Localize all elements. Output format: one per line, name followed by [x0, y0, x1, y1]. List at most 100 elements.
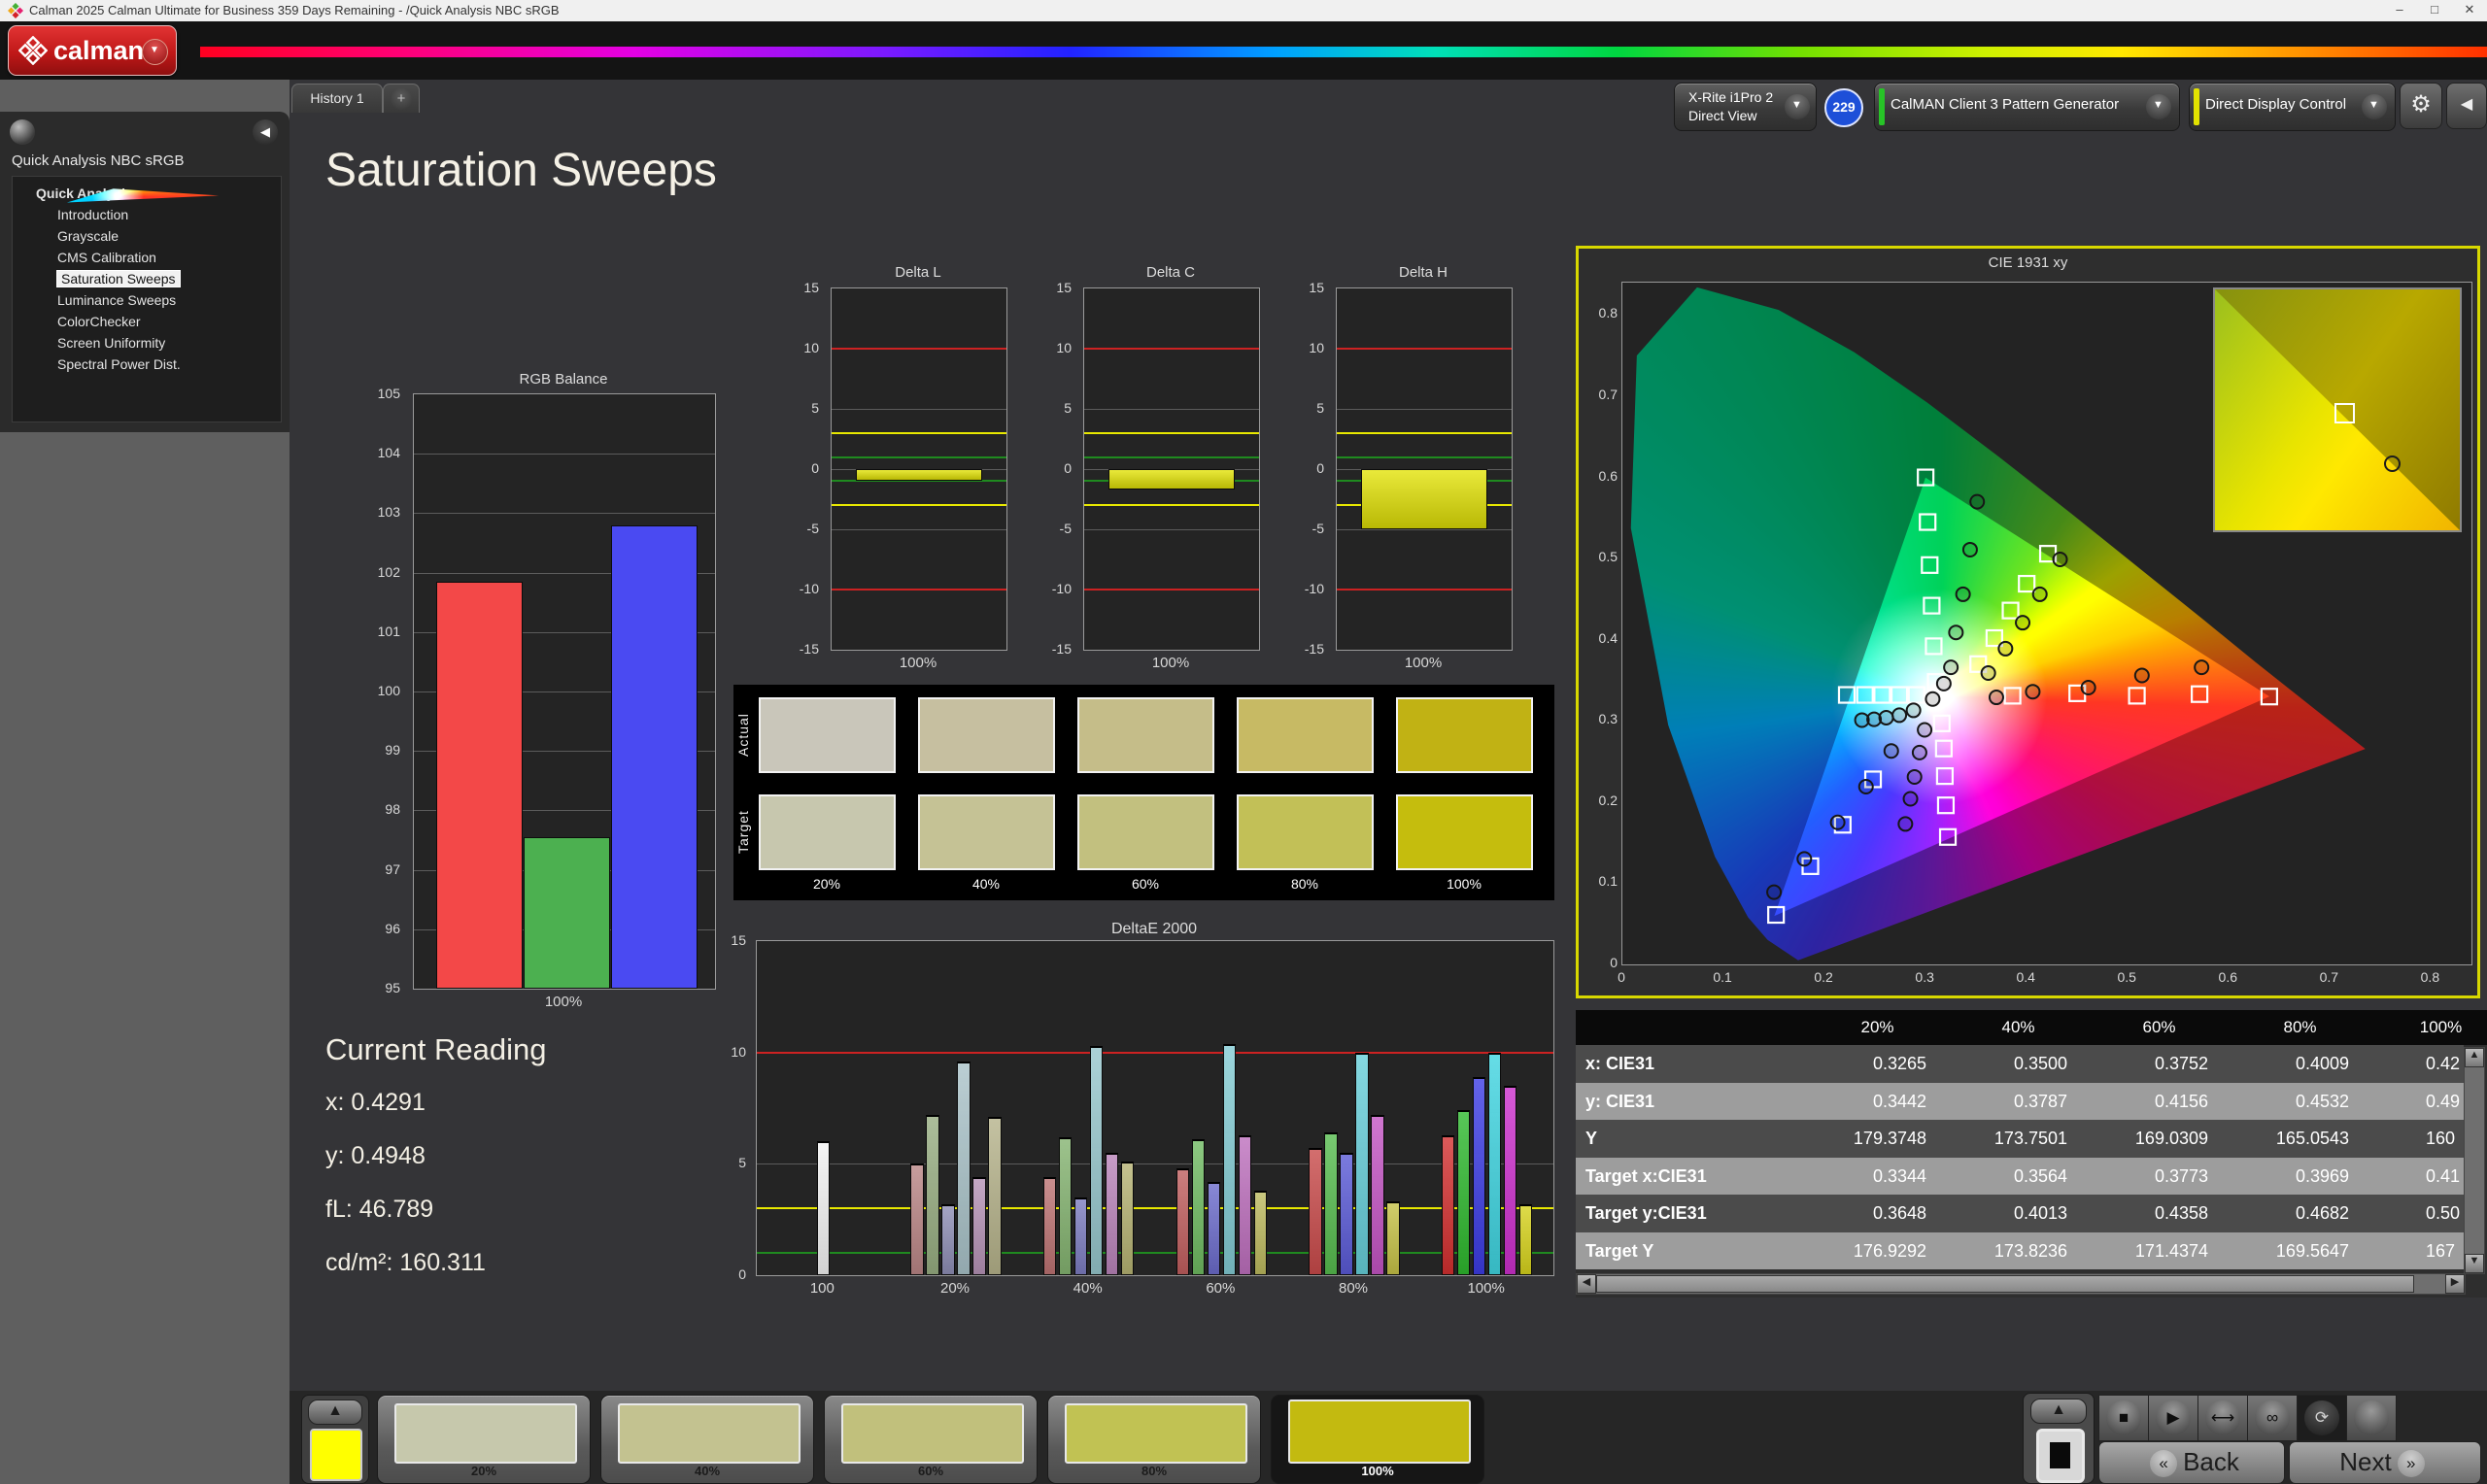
vertical-scrollbar[interactable]: ▲ ▼ — [2464, 1047, 2485, 1274]
table-row-label: y: CIE31 — [1585, 1091, 1655, 1111]
deltae-bar — [1457, 1110, 1471, 1275]
y-tick-label: 101 — [377, 623, 400, 639]
y-tick-label: 0 — [811, 460, 819, 476]
current-reading-title: Current Reading — [325, 1032, 547, 1066]
display-control-dropdown[interactable]: Direct Display Control ▼ — [2189, 83, 2396, 131]
swatch-column-label: 100% — [1447, 876, 1482, 892]
stop-button[interactable]: ■ — [2098, 1395, 2149, 1441]
cie-y-tick: 0.7 — [1598, 387, 1618, 402]
window-minimize-button[interactable]: – — [2382, 0, 2417, 21]
step-icon: ⟷ — [2205, 1400, 2240, 1435]
sidebar-item-screen-uniformity[interactable]: Screen Uniformity — [13, 332, 281, 354]
sidebar-item-spectral-power-dist-[interactable]: Spectral Power Dist. — [13, 354, 281, 375]
y-tick-label: 100 — [377, 683, 400, 698]
calman-menu-button[interactable]: calman ▼ — [8, 25, 177, 76]
table-row-label: Target x:CIE31 — [1585, 1165, 1707, 1186]
workflow-tree: ◢ Quick Analysis Introduction Grayscale CMS … — [12, 176, 282, 422]
y-tick-label: -10 — [799, 581, 819, 596]
sidebar-item-introduction[interactable]: Introduction — [13, 204, 281, 225]
preview-expand-button[interactable]: ▲ — [2030, 1399, 2087, 1424]
deltae-bar — [1371, 1114, 1384, 1275]
gridline — [1084, 409, 1259, 410]
table-cell: 0.4156 — [2154, 1091, 2208, 1111]
back-button[interactable]: «Back — [2098, 1441, 2285, 1484]
horizontal-scrollbar[interactable]: ◀ ▶ — [1576, 1273, 2466, 1295]
meter-status-badge[interactable]: 229 — [1824, 88, 1863, 127]
window-maximize-button[interactable]: □ — [2417, 0, 2452, 21]
deltae-group-label: 20% — [939, 1280, 971, 1297]
gridline — [1084, 529, 1259, 530]
workflow-sidebar: ◀ Quick Analysis NBC sRGB ◢ Quick Analysi… — [0, 112, 290, 432]
sidebar-collapse-button[interactable]: ◀ — [253, 119, 278, 145]
delta-x-label: 100% — [1404, 655, 1443, 671]
sidebar-item-colorchecker[interactable]: ColorChecker — [13, 311, 281, 332]
calman-dropdown-arrow-icon[interactable]: ▼ — [142, 39, 168, 65]
cie-chromaticity-chart — [1621, 282, 2472, 965]
y-tick-label: 97 — [385, 860, 400, 877]
deltae-bar — [1355, 1052, 1369, 1275]
sidebar-item-cms-calibration[interactable]: CMS Calibration — [13, 247, 281, 268]
cie-target-marker — [1925, 637, 1943, 656]
swatch-target-60% — [1077, 794, 1214, 870]
y-tick-label: 10 — [1309, 340, 1324, 355]
sidebar-item-root[interactable]: ◢ Quick Analysis — [13, 183, 281, 204]
pattern-window-button[interactable] — [2036, 1429, 2085, 1483]
caret-up-icon: ▲ — [327, 1402, 343, 1419]
current-pattern-swatch[interactable] — [310, 1429, 362, 1481]
cie-target-marker — [1837, 686, 1857, 704]
swatch-target-80% — [1237, 794, 1374, 870]
tab-history-1[interactable]: History 1 — [291, 84, 383, 113]
loop-button[interactable]: ∞ — [2247, 1395, 2298, 1441]
sphere-icon[interactable] — [10, 119, 35, 145]
cie-1931-panel[interactable]: CIE 1931 xy 0 0.1 0.2 0.3 0.4 0.5 0.6 0.7 0.8 0 0… — [1576, 246, 2480, 998]
pattern-button-20%[interactable]: 20% — [377, 1395, 591, 1484]
pattern-generator-dropdown[interactable]: CalMAN Client 3 Pattern Generator ▼ — [1874, 83, 2180, 131]
table-cell: 0.3265 — [1872, 1054, 1926, 1073]
delta-chart-title: Delta C — [1145, 264, 1196, 281]
cie-x-tick: 0.2 — [1814, 969, 1833, 985]
cie-measured-marker — [1905, 702, 1922, 719]
loop-icon: ∞ — [2255, 1400, 2290, 1435]
pattern-button-40%[interactable]: 40% — [600, 1395, 814, 1484]
limit-line — [1084, 589, 1259, 590]
table-row: y: CIE31 0.3442 0.3787 0.4156 0.4532 0.49 — [1576, 1082, 2464, 1120]
pattern-button-100%[interactable]: 100% — [1271, 1395, 1484, 1484]
scroll-left-button[interactable]: ◀ — [1577, 1274, 1596, 1294]
sidebar-item-saturation-sweeps[interactable]: Saturation Sweeps — [13, 268, 281, 289]
scroll-right-button[interactable]: ▶ — [2445, 1274, 2465, 1294]
pattern-button-60%[interactable]: 60% — [824, 1395, 1038, 1484]
scroll-down-button[interactable]: ▼ — [2465, 1254, 2484, 1273]
delta-chart-title: Delta H — [1398, 264, 1448, 281]
horizontal-scroll-thumb[interactable] — [1596, 1275, 2414, 1293]
cie-measured-marker — [1961, 541, 1978, 557]
scroll-up-button[interactable]: ▲ — [2465, 1048, 2484, 1067]
pattern-panel-expand-button[interactable]: ▲ — [308, 1400, 362, 1425]
play-button[interactable]: ▶ — [2148, 1395, 2198, 1441]
y-tick-label: 0 — [1316, 460, 1324, 476]
next-button[interactable]: Next» — [2289, 1441, 2481, 1484]
pattern-button-80%[interactable]: 80% — [1047, 1395, 1261, 1484]
tab-add-button[interactable]: + — [383, 84, 420, 113]
deltae-bar — [1043, 1177, 1057, 1275]
table-column-header: 100% — [2419, 1018, 2463, 1036]
cie-measured-marker — [1891, 707, 1908, 724]
sidebar-item-grayscale[interactable]: Grayscale — [13, 225, 281, 247]
double-chevron-right-icon: » — [2397, 1450, 2425, 1478]
y-tick-label: 5 — [1316, 400, 1324, 416]
panel-collapse-button[interactable]: ◀ — [2446, 83, 2487, 129]
blank-button[interactable] — [2346, 1395, 2397, 1441]
settings-button[interactable]: ⚙ — [2400, 83, 2442, 129]
pattern-swatch — [1065, 1403, 1247, 1464]
cie-target-marker — [1856, 686, 1874, 704]
meter-dropdown[interactable]: X-Rite i1Pro 2 Direct View ▼ — [1674, 83, 1817, 131]
deltae-group-label: 40% — [1073, 1280, 1103, 1297]
inset-measured-marker — [2383, 455, 2401, 473]
window-close-button[interactable]: ✕ — [2452, 0, 2487, 21]
step-button[interactable]: ⟷ — [2197, 1395, 2248, 1441]
refresh-button[interactable]: ⟳ — [2297, 1395, 2347, 1441]
table-cell: 0.3969 — [2295, 1165, 2349, 1186]
cie-target-marker — [1921, 556, 1939, 574]
sidebar-item-luminance-sweeps[interactable]: Luminance Sweeps — [13, 289, 281, 311]
limit-line — [832, 455, 1006, 458]
pattern-window-icon — [2050, 1442, 2070, 1468]
